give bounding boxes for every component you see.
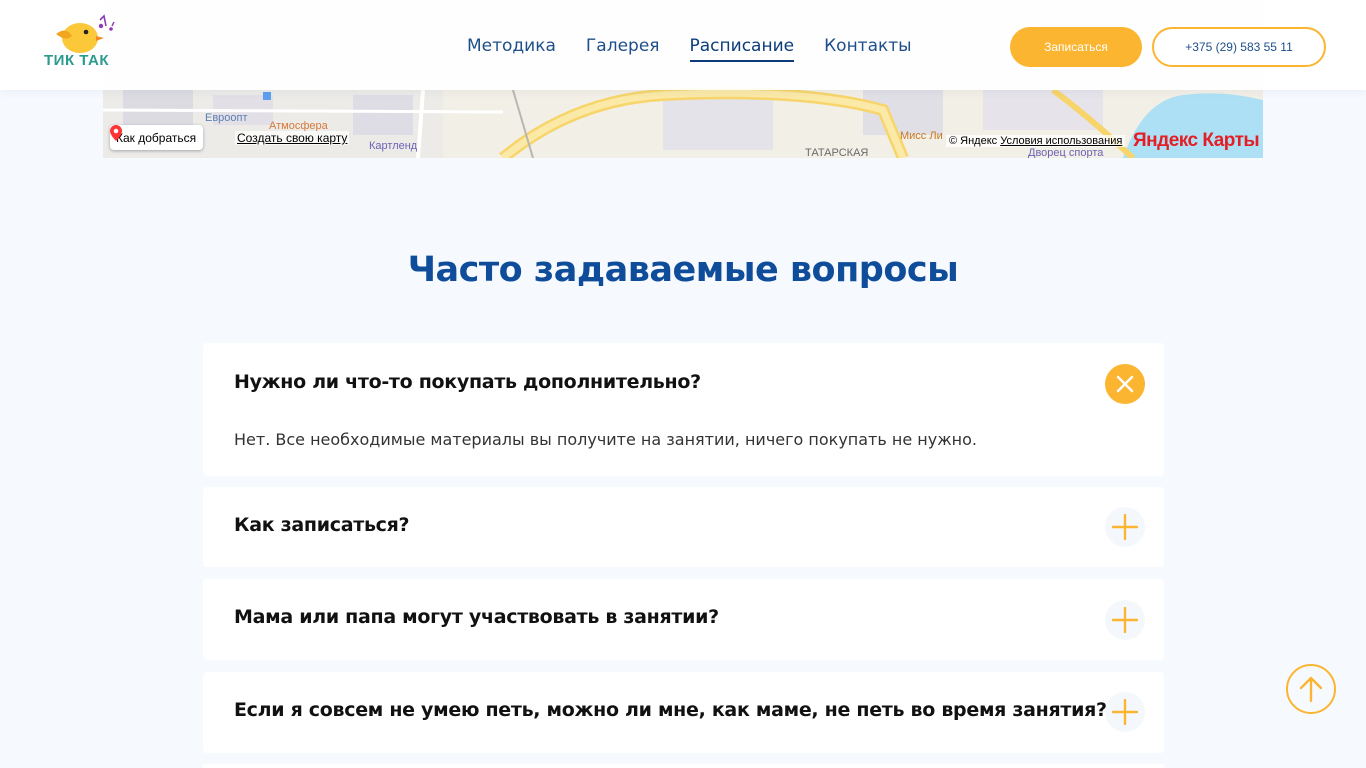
faq-answer: Нет. Все необходимые материалы вы получи… bbox=[234, 430, 977, 449]
plus-icon bbox=[1112, 699, 1138, 725]
map-label-kartlend: Картленд bbox=[369, 140, 418, 152]
faq-question: Как записаться? bbox=[234, 514, 410, 536]
nav-item-metodika[interactable]: Методика bbox=[467, 36, 556, 62]
route-button-label: Как добраться bbox=[116, 130, 197, 145]
faq-question: Мама или папа могут участвовать в заняти… bbox=[234, 606, 719, 628]
bird-logo-icon bbox=[56, 14, 115, 53]
site-logo[interactable]: ТИК ТАК bbox=[40, 12, 132, 72]
faq-question: Если я совсем не умею петь, можно ли мне… bbox=[234, 699, 1107, 721]
map-copyright: © Яндекс Условия использования bbox=[946, 135, 1126, 147]
site-header: ТИК ТАК Методика Галерея Расписание Конт… bbox=[0, 0, 1366, 90]
faq-question: Нужно ли что-то покупать дополнительно? bbox=[234, 371, 701, 393]
signup-button[interactable]: Записаться bbox=[1010, 27, 1142, 67]
faq-expand-button[interactable] bbox=[1105, 507, 1145, 547]
arrow-up-icon bbox=[1299, 676, 1323, 703]
yandex-maps-logo-text: Яндекс Карты bbox=[1133, 130, 1260, 151]
map-label-dvorets-sporta: Дворец спорта bbox=[1028, 147, 1104, 158]
nav-item-kontakty[interactable]: Контакты bbox=[824, 36, 912, 62]
main-nav: Методика Галерея Расписание Контакты bbox=[467, 36, 912, 62]
phone-button[interactable]: +375 (29) 583 55 11 bbox=[1152, 27, 1326, 67]
faq-item-4[interactable]: Если я совсем не умею петь, можно ли мне… bbox=[203, 672, 1164, 753]
map-copyright-text: © Яндекс bbox=[949, 135, 998, 147]
faq-item-5[interactable] bbox=[203, 764, 1164, 768]
map-label-evroopt: Евроопт bbox=[205, 112, 248, 124]
faq-expand-button[interactable] bbox=[1105, 692, 1145, 732]
create-map-link[interactable]: Создать свою карту bbox=[235, 131, 350, 145]
map-label-miss-li: Мисс Ли bbox=[900, 130, 943, 142]
scroll-top-button[interactable] bbox=[1286, 664, 1336, 714]
map-label-tatarskaya: ТАТАРСКАЯ bbox=[805, 147, 869, 158]
faq-close-button[interactable] bbox=[1105, 364, 1145, 404]
faq-item-1[interactable]: Нужно ли что-то покупать дополнительно? … bbox=[203, 343, 1164, 476]
route-button[interactable]: Как добраться bbox=[110, 125, 204, 150]
nav-item-galereya[interactable]: Галерея bbox=[586, 36, 660, 62]
plus-icon bbox=[1112, 607, 1138, 633]
nav-item-raspisanie[interactable]: Расписание bbox=[689, 36, 795, 62]
plus-icon bbox=[1112, 514, 1138, 540]
logo-text: ТИК ТАК bbox=[44, 52, 109, 69]
faq-item-2[interactable]: Как записаться? bbox=[203, 487, 1164, 567]
map-pin-icon bbox=[110, 125, 122, 141]
yandex-maps-logo[interactable]: Яндекс Карты bbox=[1133, 130, 1260, 152]
faq-item-3[interactable]: Мама или папа могут участвовать в заняти… bbox=[203, 579, 1164, 660]
close-icon bbox=[1116, 375, 1134, 393]
faq-title: Часто задаваемые вопросы bbox=[407, 250, 959, 290]
faq-expand-button[interactable] bbox=[1105, 600, 1145, 640]
map-terms-link[interactable]: Условия использования bbox=[1000, 135, 1122, 147]
